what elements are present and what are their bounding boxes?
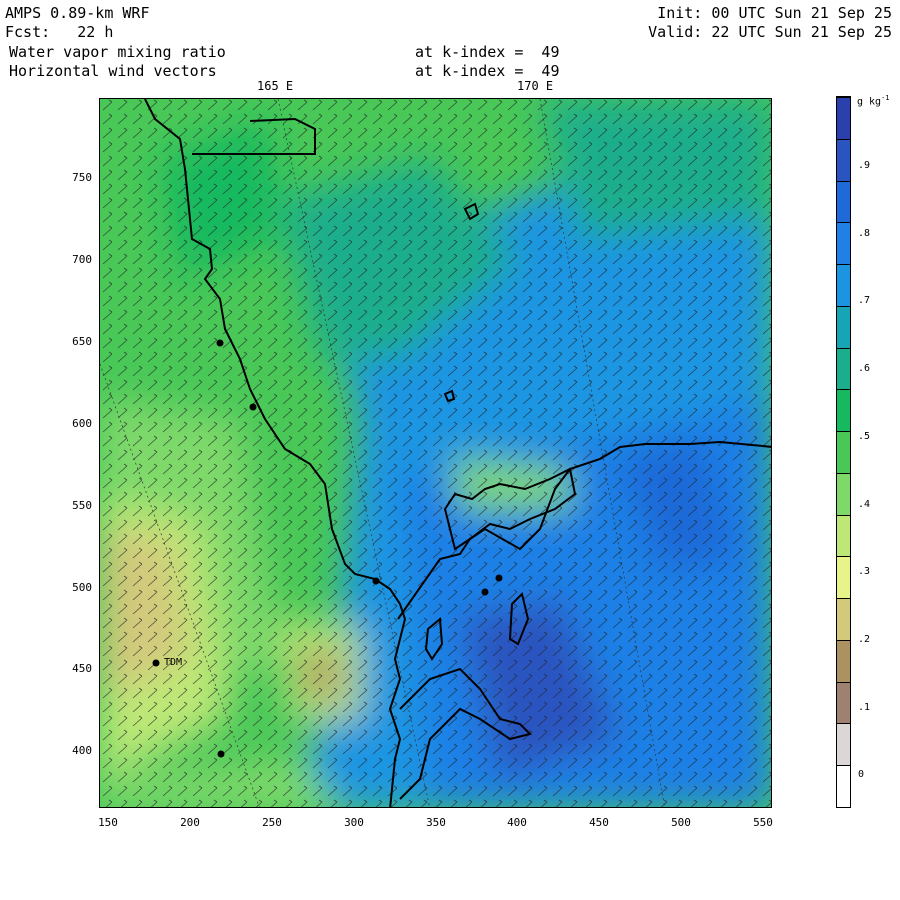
y-tick-600: 600	[72, 417, 92, 430]
y-tick-400: 400	[72, 744, 92, 757]
colorbar-label-0.3: .3	[858, 566, 871, 577]
x-tick-150: 150	[98, 816, 118, 829]
x-tick-300: 300	[344, 816, 364, 829]
valid-time: Valid: 22 UTC Sun 21 Sep 25	[648, 23, 892, 41]
x-tick-350: 350	[426, 816, 446, 829]
colorbar-segment	[837, 598, 850, 640]
station-label-tdm: TDM	[164, 657, 183, 668]
colorbar-segment	[837, 138, 850, 181]
colorbar-segment	[837, 180, 850, 223]
colorbar-segment	[837, 472, 850, 515]
colorbar-segment	[837, 97, 850, 139]
colorbar-label-0: 0	[858, 769, 865, 780]
map-panel: TDM	[99, 98, 772, 808]
forecast-hour: Fcst: 22 h	[5, 23, 114, 41]
colorbar-label-0.2: .2	[858, 634, 871, 645]
colorbar-segment	[837, 514, 850, 557]
colorbar-segment	[837, 639, 850, 682]
station-dot	[216, 339, 224, 347]
station-dot	[217, 750, 225, 758]
map-canvas	[100, 99, 771, 807]
field-name-shaded: Water vapor mixing ratio	[9, 43, 226, 61]
station-dot	[249, 403, 257, 411]
colorbar-label-0.5: .5	[858, 431, 871, 442]
colorbar-label-0.7: .7	[858, 295, 871, 306]
colorbar-label-0.9: .9	[858, 160, 871, 171]
level-shaded: at k-index = 49	[415, 43, 560, 61]
station-dot-tdm	[152, 659, 160, 667]
colorbar-units-exp: -1	[881, 94, 890, 102]
x-tick-550: 550	[753, 816, 773, 829]
y-tick-500: 500	[72, 581, 92, 594]
station-dot	[495, 574, 503, 582]
init-time: Init: 00 UTC Sun 21 Sep 25	[657, 4, 892, 22]
y-tick-650: 650	[72, 335, 92, 348]
level-vectors: at k-index = 49	[415, 62, 560, 80]
y-tick-450: 450	[72, 662, 92, 675]
y-tick-700: 700	[72, 253, 92, 266]
colorbar-segment	[837, 389, 850, 432]
station-dot	[372, 577, 380, 585]
colorbar-segment	[837, 305, 850, 348]
x-tick-500: 500	[671, 816, 691, 829]
colorbar-segment	[837, 347, 850, 390]
colorbar-label-0.6: .6	[858, 363, 871, 374]
colorbar-segment	[837, 431, 850, 473]
x-tick-250: 250	[262, 816, 282, 829]
colorbar-units: g kg-1	[857, 94, 890, 107]
colorbar-units-text: g kg	[857, 96, 882, 108]
colorbar-segment	[837, 222, 850, 265]
model-title: AMPS 0.89-km WRF	[5, 4, 150, 22]
wind-vectors	[100, 99, 771, 807]
colorbar-segment	[837, 765, 850, 807]
x-tick-450: 450	[589, 816, 609, 829]
colorbar-segment	[837, 556, 850, 599]
x-tick-200: 200	[180, 816, 200, 829]
colorbar	[836, 96, 851, 808]
field-name-vectors: Horizontal wind vectors	[9, 62, 217, 80]
lon-label-165: 165 E	[257, 79, 294, 93]
colorbar-label-0.1: .1	[858, 702, 871, 713]
colorbar-label-0.4: .4	[858, 499, 871, 510]
colorbar-label-0.8: .8	[858, 228, 871, 239]
y-tick-750: 750	[72, 171, 92, 184]
lon-label-170: 170 E	[517, 79, 554, 93]
colorbar-segment	[837, 264, 850, 306]
colorbar-segment	[837, 723, 850, 766]
x-tick-400: 400	[507, 816, 527, 829]
y-tick-550: 550	[72, 499, 92, 512]
station-dot	[481, 588, 489, 596]
colorbar-segment	[837, 681, 850, 724]
